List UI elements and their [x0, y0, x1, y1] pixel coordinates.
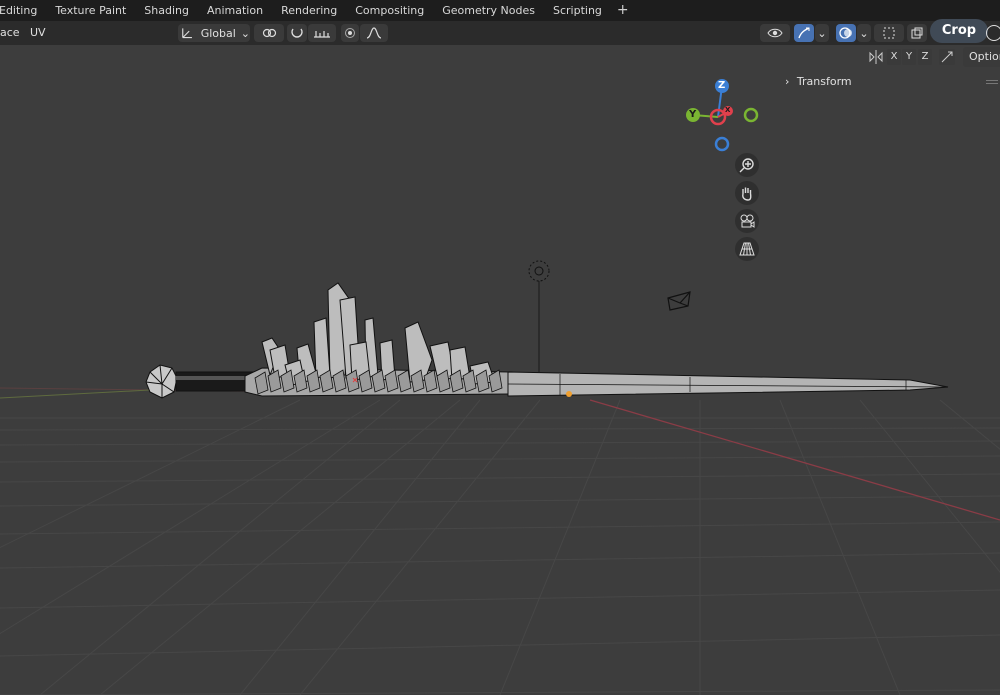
lock-x-button[interactable]: X	[887, 49, 901, 65]
perspective-grid-icon	[739, 242, 755, 256]
pan-hand-icon	[742, 187, 752, 201]
camera-object-icon	[667, 291, 691, 311]
transform-orientation-icon	[182, 28, 192, 39]
gizmo-icon	[798, 27, 810, 39]
snap-increment-icon	[314, 31, 330, 38]
transform-orientation-dropdown[interactable]: Global ⌄	[178, 24, 250, 42]
snap-icon	[291, 28, 303, 38]
gizmo-y-label: Y	[689, 109, 697, 120]
gizmo-neg-y-axis	[743, 107, 759, 123]
pivot-dropdown[interactable]	[254, 24, 284, 42]
auto-merge-icon[interactable]	[939, 49, 955, 65]
proportional-edit-toggle[interactable]	[341, 24, 359, 42]
zoom-icon	[739, 158, 754, 173]
visibility-icon	[767, 28, 783, 38]
gizmo-toggle[interactable]	[794, 24, 814, 42]
tab-geometry-nodes[interactable]: Geometry Nodes	[433, 0, 544, 21]
proportional-falloff-dropdown[interactable]	[360, 24, 388, 42]
visibility-dropdown[interactable]	[760, 24, 790, 42]
gizmo-dropdown[interactable]: ⌄	[815, 24, 829, 42]
tab-animation[interactable]: Animation	[198, 0, 272, 21]
chevron-right-icon: ›	[785, 75, 790, 88]
options-dropdown[interactable]: Option	[963, 47, 1000, 67]
snap-target-dropdown[interactable]	[308, 24, 336, 42]
add-workspace-button[interactable]: +	[611, 0, 635, 21]
transform-label: Transform	[796, 75, 852, 88]
xray-icon	[911, 27, 923, 39]
overlay-dropdown[interactable]: ⌄	[857, 24, 871, 42]
zoom-button[interactable]	[735, 153, 759, 177]
falloff-curve-icon	[366, 27, 382, 39]
chevron-down-icon: ⌄	[240, 26, 250, 40]
xray-toggle[interactable]	[907, 24, 927, 42]
tab-scripting[interactable]: Scripting	[544, 0, 611, 21]
mesh-select-icon	[883, 27, 895, 39]
lock-z-button[interactable]: Z	[918, 49, 932, 65]
chevron-down-icon: ⌄	[859, 26, 869, 40]
tab-compositing[interactable]: Compositing	[346, 0, 433, 21]
mesh-edit-overlay-dropdown[interactable]	[874, 24, 904, 42]
pivot-icon	[262, 28, 277, 38]
proportional-edit-icon	[345, 28, 355, 38]
face-menu[interactable]: ace	[0, 21, 20, 45]
floor-grid	[0, 399, 1000, 695]
pan-button[interactable]	[735, 181, 759, 205]
crop-button[interactable]: Crop	[930, 19, 988, 43]
snap-toggle[interactable]	[287, 24, 307, 42]
chevron-down-icon: ⌄	[817, 26, 827, 40]
viewport-header: ace UV Global ⌄ ⌄ ⌄	[0, 21, 1000, 45]
3d-viewport[interactable]	[0, 45, 1000, 695]
perspective-toggle-button[interactable]	[735, 237, 759, 261]
mirror-icon[interactable]	[868, 49, 884, 65]
light-icon	[528, 260, 550, 372]
gizmo-x-label: X	[725, 106, 731, 114]
overlay-toggle[interactable]	[836, 24, 856, 42]
orientation-label: Global	[200, 26, 236, 40]
tab-rendering[interactable]: Rendering	[272, 0, 346, 21]
object-origin	[566, 391, 572, 397]
sidebar-grip[interactable]	[986, 80, 998, 84]
transform-panel-header[interactable]: › Transform	[785, 75, 852, 88]
tab-texture-paint[interactable]: Texture Paint	[46, 0, 135, 21]
camera-view-button[interactable]	[735, 209, 759, 233]
sword-model	[145, 282, 949, 399]
overlay-icon	[839, 27, 852, 39]
tab-editing[interactable]: Editing	[0, 0, 46, 21]
gizmo-neg-z-axis	[714, 136, 730, 152]
camera-icon	[740, 214, 755, 228]
workspace-tabs-bar: Editing Texture Paint Shading Animation …	[0, 0, 1000, 21]
uv-menu[interactable]: UV	[30, 21, 46, 45]
gizmo-z-label: Z	[718, 80, 726, 91]
tab-shading[interactable]: Shading	[135, 0, 198, 21]
y-axis-line-left	[0, 389, 151, 399]
shading-solid-icon[interactable]	[986, 25, 1000, 41]
lock-y-button[interactable]: Y	[902, 49, 916, 65]
